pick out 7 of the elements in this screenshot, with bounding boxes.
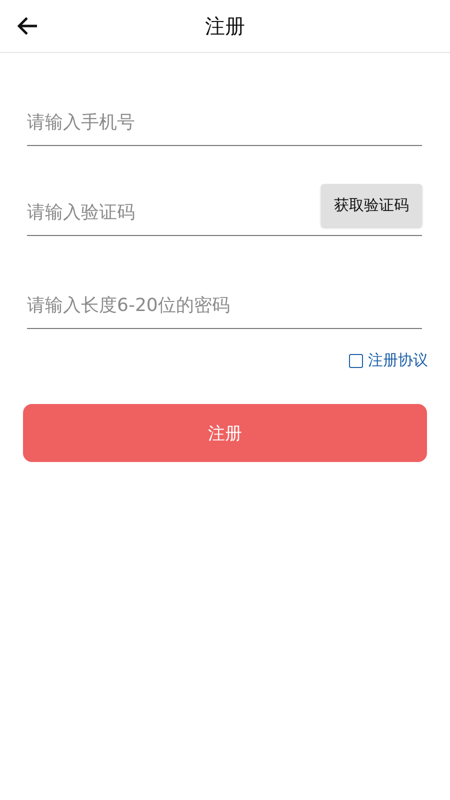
page-title: 注册 [205, 12, 245, 40]
input-field[interactable]: 请输入手机号 [27, 105, 422, 145]
input-field[interactable]: 请输入验证码 [27, 195, 321, 235]
agreement-checkbox[interactable] [349, 354, 363, 368]
agreement-link[interactable]: 注册协议 [368, 351, 428, 370]
input-field[interactable]: 请输入长度6-20位的密码 [27, 288, 422, 328]
get-code-button[interactable]: 获取验证码 [321, 184, 422, 227]
